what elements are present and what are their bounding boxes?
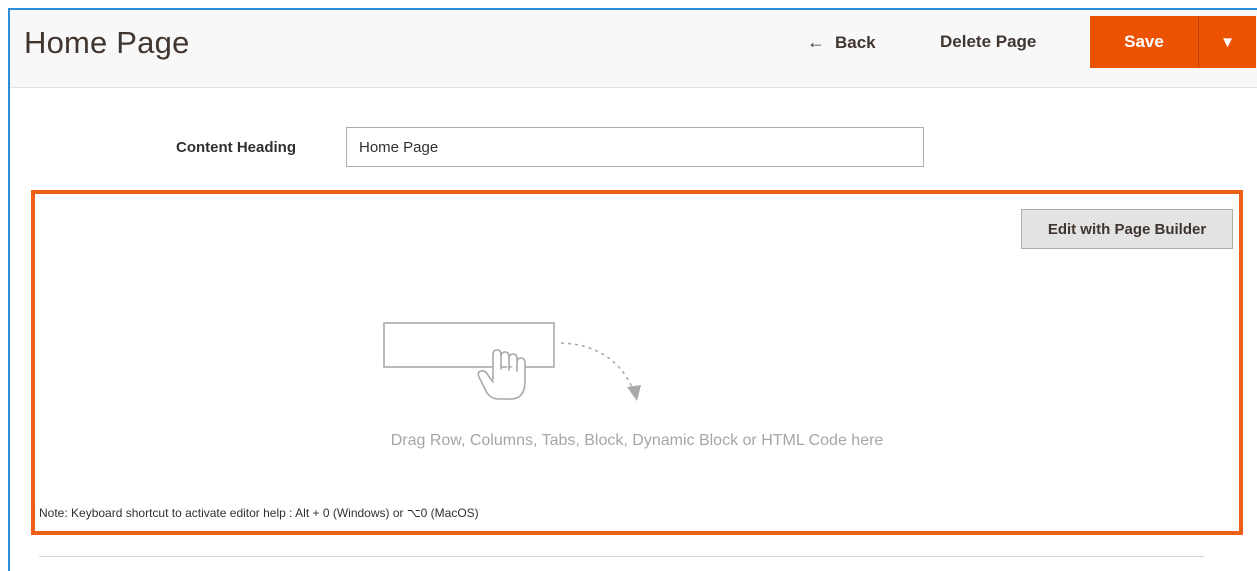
save-button[interactable]: Save — [1090, 16, 1198, 68]
page-header: Home Page ← Back Delete Page Save ▼ — [10, 10, 1257, 88]
page-builder-stage[interactable]: Edit with Page Builder Drag Row, Columns… — [31, 190, 1243, 535]
admin-page-frame: Home Page ← Back Delete Page Save ▼ Cont… — [8, 8, 1257, 571]
save-options-toggle[interactable]: ▼ — [1199, 16, 1256, 68]
back-button-label: Back — [835, 32, 876, 52]
section-divider — [39, 556, 1204, 557]
keyboard-shortcut-note: Note: Keyboard shortcut to activate edit… — [39, 506, 479, 520]
drag-hand-icon — [383, 322, 641, 401]
drop-placeholder-text: Drag Row, Columns, Tabs, Block, Dynamic … — [390, 432, 884, 449]
save-split-button: Save ▼ — [1090, 16, 1256, 68]
back-button[interactable]: ← Back — [807, 32, 876, 53]
content-heading-label: Content Heading — [176, 139, 296, 156]
page-title: Home Page — [24, 25, 190, 60]
caret-down-icon: ▼ — [1220, 33, 1235, 51]
edit-with-page-builder-button[interactable]: Edit with Page Builder — [1021, 209, 1233, 249]
content-heading-input[interactable] — [346, 127, 924, 167]
back-arrow-icon: ← — [807, 32, 825, 52]
delete-page-button[interactable]: Delete Page — [940, 32, 1036, 52]
